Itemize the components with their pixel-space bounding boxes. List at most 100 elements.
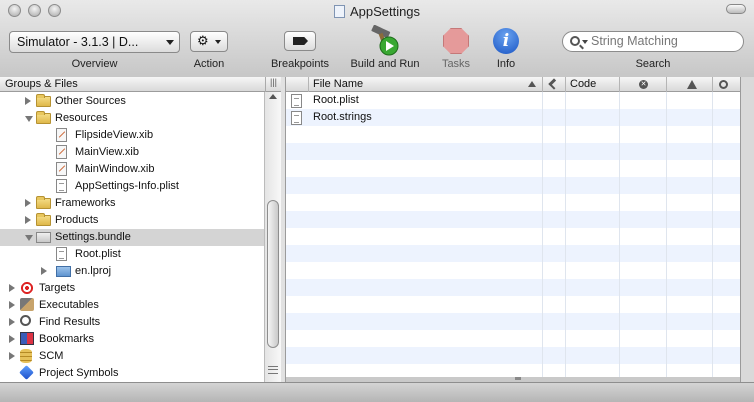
sort-ascending-icon <box>528 81 536 87</box>
file-name-column-label: File Name <box>313 78 364 90</box>
warning-icon <box>687 80 697 89</box>
column-header-code[interactable]: Code <box>566 77 620 92</box>
window-title-text: AppSettings <box>349 4 421 19</box>
action-button[interactable]: ⚙ <box>190 31 228 52</box>
search-options-icon[interactable] <box>582 40 588 44</box>
xib-icon <box>56 145 67 159</box>
sidebar-item-project-symbols[interactable]: Project Symbols <box>0 365 264 382</box>
pane-resize-icon[interactable]: ||| <box>265 77 281 92</box>
sidebar-item-label: Project Symbols <box>39 367 119 379</box>
disclosure-closed-icon[interactable] <box>9 318 15 326</box>
sidebar-item-label: Find Results <box>39 316 101 328</box>
disclosure-open-icon[interactable] <box>25 235 33 241</box>
sidebar-item-label: MainView.xib <box>75 146 139 158</box>
sidebar-item-label: Bookmarks <box>39 333 95 345</box>
editor-split-handle[interactable] <box>515 377 521 380</box>
file-row[interactable]: Root.strings <box>286 109 740 126</box>
column-header-file-name[interactable]: File Name <box>309 77 543 92</box>
column-divider <box>565 92 566 377</box>
overview-popup[interactable]: Simulator - 3.1.3 | D... <box>9 31 180 53</box>
symbols-icon <box>19 365 34 380</box>
split-grabber-icon[interactable] <box>268 366 278 374</box>
tasks-stop-icon[interactable] <box>443 28 469 54</box>
search-input[interactable]: String Matching <box>562 31 744 52</box>
sidebar-item-label: AppSettings-Info.plist <box>75 180 179 192</box>
groups-tree: Other Sources Resources FlipsideView.xib Ma… <box>0 92 264 382</box>
magnifier-icon <box>20 315 31 326</box>
project-document-icon <box>333 5 345 18</box>
disclosure-closed-icon[interactable] <box>41 267 47 275</box>
column-header-warnings[interactable] <box>667 77 713 92</box>
scrollbar-thumb[interactable] <box>267 200 279 348</box>
search-placeholder: String Matching <box>591 34 678 48</box>
sidebar-item-label: Other Sources <box>55 95 126 107</box>
sidebar-item-label: en.lproj <box>75 265 112 277</box>
groups-and-files-title: Groups & Files <box>5 78 78 90</box>
sidebar-item-settings-bundle[interactable]: Settings.bundle <box>0 229 264 246</box>
disclosure-closed-icon[interactable] <box>25 216 31 224</box>
sidebar-item-label: Executables <box>39 299 99 311</box>
sidebar-item-targets[interactable]: Targets <box>0 280 264 297</box>
breakpoints-label: Breakpoints <box>270 58 330 70</box>
sidebar-item-bookmarks[interactable]: Bookmarks <box>0 331 264 348</box>
column-divider <box>619 92 620 377</box>
sidebar-item-products[interactable]: Products <box>0 212 264 229</box>
column-header-errors[interactable]: ✕ <box>620 77 667 92</box>
sidebar-item-appsettings-info-plist[interactable]: AppSettings-Info.plist <box>0 178 264 195</box>
plist-icon <box>56 247 67 261</box>
breakpoints-button[interactable] <box>284 31 316 51</box>
sidebar-item-label: FlipsideView.xib <box>75 129 154 141</box>
target-icon <box>20 281 34 295</box>
sidebar-item-executables[interactable]: Executables <box>0 297 264 314</box>
groups-and-files-header: Groups & Files ||| <box>0 77 281 92</box>
sidebar-item-label: Frameworks <box>55 197 116 209</box>
sidebar-item-root-plist[interactable]: Root.plist <box>0 246 264 263</box>
info-icon[interactable]: i <box>493 28 519 54</box>
sidebar-item-frameworks[interactable]: Frameworks <box>0 195 264 212</box>
disclosure-open-icon[interactable] <box>25 116 33 122</box>
sidebar-item-mainwindow-xib[interactable]: MainWindow.xib <box>0 161 264 178</box>
window-title: AppSettings <box>0 4 754 19</box>
disclosure-closed-icon[interactable] <box>9 284 15 292</box>
column-header-icon[interactable] <box>286 77 309 92</box>
file-row[interactable]: Root.plist <box>286 92 740 109</box>
build-and-run-button[interactable] <box>368 25 402 57</box>
column-header-build[interactable] <box>543 77 566 92</box>
build-and-run-label: Build and Run <box>350 58 420 70</box>
disclosure-closed-icon[interactable] <box>25 199 31 207</box>
search-icon <box>570 36 580 46</box>
toolbar-toggle-button[interactable] <box>726 4 746 14</box>
sidebar-item-scm[interactable]: SCM <box>0 348 264 365</box>
file-list-scroll-edge <box>740 77 754 382</box>
scroll-up-icon[interactable] <box>269 94 277 99</box>
sidebar-item-en-lproj[interactable]: en.lproj <box>0 263 264 280</box>
column-divider <box>712 92 713 377</box>
sidebar-scrollbar[interactable] <box>264 92 281 382</box>
overview-value: Simulator - 3.1.3 | D... <box>17 35 139 49</box>
folder-icon <box>36 111 51 124</box>
folder-icon <box>36 94 51 107</box>
sidebar-item-other-sources[interactable]: Other Sources <box>0 93 264 110</box>
disclosure-closed-icon[interactable] <box>9 352 15 360</box>
sidebar-item-resources[interactable]: Resources <box>0 110 264 127</box>
tasks-label: Tasks <box>441 58 471 70</box>
bookmark-icon <box>20 332 34 345</box>
sidebar-item-flipsideview-xib[interactable]: FlipsideView.xib <box>0 127 264 144</box>
code-column-label: Code <box>570 78 597 90</box>
chevron-down-icon <box>215 40 221 44</box>
sidebar-item-find-results[interactable]: Find Results <box>0 314 264 331</box>
target-membership-icon <box>719 80 728 89</box>
groups-and-files-pane: Groups & Files ||| Other Sources Resources… <box>0 77 281 382</box>
disclosure-closed-icon[interactable] <box>9 335 15 343</box>
column-header-target[interactable] <box>713 77 740 92</box>
sidebar-item-mainview-xib[interactable]: MainView.xib <box>0 144 264 161</box>
hammer-icon <box>371 25 399 56</box>
sidebar-item-label: Resources <box>55 112 108 124</box>
sidebar-item-label: Settings.bundle <box>55 231 131 243</box>
file-row-name: Root.plist <box>313 94 359 106</box>
disclosure-closed-icon[interactable] <box>25 97 31 105</box>
hammer-icon <box>548 78 560 90</box>
bundle-icon <box>36 232 51 243</box>
file-row-name: Root.strings <box>313 111 372 123</box>
disclosure-closed-icon[interactable] <box>9 301 15 309</box>
